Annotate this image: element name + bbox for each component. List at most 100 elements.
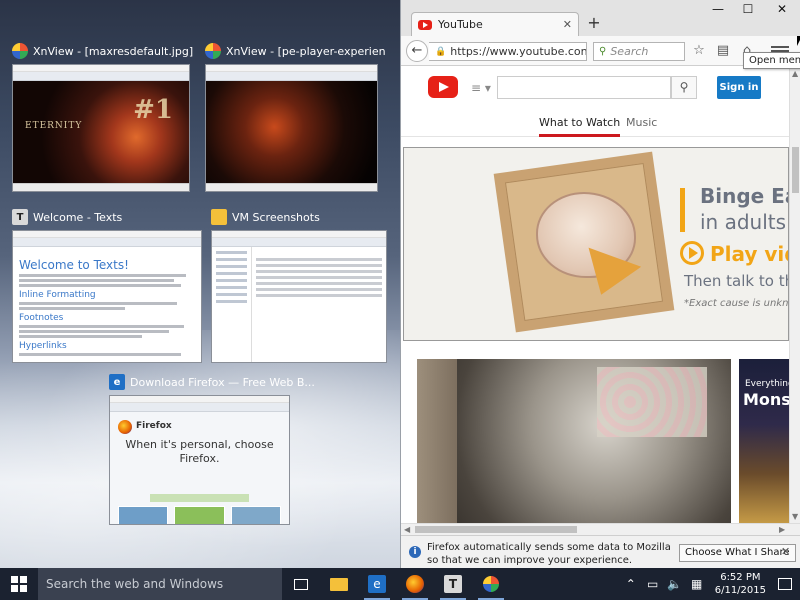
sign-in-button[interactable]: Sign in <box>717 76 761 99</box>
internet-explorer-icon: e <box>109 374 125 390</box>
task-view-icon <box>294 578 308 590</box>
taskbar: Search the web and Windows e T ⌃ ▭ 🔈 ▦ 6… <box>0 568 800 600</box>
search-icon[interactable]: ⚲ <box>671 76 697 99</box>
window-thumbnail <box>211 230 387 363</box>
tab-what-to-watch[interactable]: What to Watch <box>539 116 621 137</box>
data-sharing-notification: i Firefox automatically sends some data … <box>401 535 800 568</box>
taskbar-file-explorer[interactable] <box>320 568 358 600</box>
youtube-logo-icon[interactable] <box>428 76 458 98</box>
thumb-heading: When it's personal, choose Firefox. <box>125 438 274 465</box>
snap-assist-area: XnView - [maxresdefault.jpg] ETERNITY #1… <box>0 0 400 568</box>
thumb-brand: Firefox <box>136 421 172 431</box>
banner-line-1: Binge Ea <box>700 184 789 208</box>
snap-tile-vm-screenshots[interactable]: VM Screenshots <box>211 208 387 363</box>
new-tab-button[interactable]: + <box>585 14 603 32</box>
close-button[interactable]: ✕ <box>765 0 799 20</box>
youtube-header: ≡ ▾ ⚲ Sign in <box>401 67 789 107</box>
snap-tile-header: XnView - [pe-player-experien <box>205 42 386 60</box>
thumb-tag: #1 <box>133 95 173 125</box>
snap-tile-xnview-2[interactable]: XnView - [pe-player-experien <box>205 42 386 192</box>
scrollbar-thumb[interactable] <box>415 526 577 533</box>
clock-date: 6/11/2015 <box>714 585 766 596</box>
doc-subheading: Inline Formatting <box>19 290 96 300</box>
task-view-button[interactable] <box>282 568 320 600</box>
tab-youtube[interactable]: YouTube ✕ <box>411 12 579 36</box>
thumb-caption: ETERNITY <box>25 121 83 131</box>
guide-menu-icon[interactable]: ≡ ▾ <box>471 81 491 95</box>
folder-icon <box>330 577 348 591</box>
bookmark-star-icon[interactable]: ☆ <box>691 43 707 59</box>
taskbar-internet-explorer[interactable]: e <box>358 568 396 600</box>
clock-time: 6:52 PM <box>720 572 761 583</box>
show-hidden-icons-icon[interactable]: ⌃ <box>623 577 639 591</box>
firefox-logo-icon <box>118 420 132 434</box>
texts-app-icon: T <box>12 209 28 225</box>
youtube-search-input[interactable] <box>497 76 671 99</box>
horizontal-scrollbar[interactable]: ◀ ▶ <box>401 523 800 535</box>
snap-tile-texts[interactable]: T Welcome - Texts Welcome to Texts! Inli… <box>12 208 202 363</box>
youtube-page: ≡ ▾ ⚲ Sign in What to Watch Music Binge … <box>401 67 789 523</box>
video-thumbnail[interactable]: Everything Monst <box>739 359 789 523</box>
snap-tile-firefox-download[interactable]: e Download Firefox — Free Web B... Firef… <box>109 373 315 525</box>
snap-tile-xnview-1[interactable]: XnView - [maxresdefault.jpg] ETERNITY #1 <box>12 42 193 192</box>
keyboard-icon[interactable]: ▦ <box>689 577 705 591</box>
image-preview: ETERNITY #1 <box>13 81 189 183</box>
banner-line-4: Then talk to the <box>684 272 788 290</box>
navigation-toolbar: ← 🔒 https://www.youtube.con ▾↻ ⚲ Search … <box>401 36 800 66</box>
snap-tile-header: VM Screenshots <box>211 208 320 226</box>
tab-music[interactable]: Music <box>626 116 657 129</box>
taskbar-search-box[interactable]: Search the web and Windows <box>38 568 282 600</box>
video-thumb-caption: Everything <box>745 379 789 389</box>
xnview-icon <box>12 43 28 59</box>
network-icon[interactable]: ▭ <box>645 577 661 591</box>
ad-banner[interactable]: Binge Ea in adults Play vid Then talk to… <box>403 147 789 341</box>
snap-tile-title: Welcome - Texts <box>33 210 123 224</box>
notification-close-icon[interactable]: ✕ <box>781 545 790 558</box>
snap-tile-header: e Download Firefox — Free Web B... <box>109 373 315 391</box>
banner-disclaimer: *Exact cause is unknow <box>684 298 789 309</box>
snap-tile-title: VM Screenshots <box>232 210 320 224</box>
snap-tile-title: Download Firefox — Free Web B... <box>130 375 315 389</box>
taskbar-texts[interactable]: T <box>434 568 472 600</box>
video-thumbnail[interactable] <box>417 359 731 523</box>
minimize-button[interactable]: — <box>701 0 735 20</box>
start-button[interactable] <box>0 568 38 600</box>
open-menu-tooltip: Open menu <box>743 52 800 69</box>
video-thumb-title: Monst <box>743 390 789 409</box>
taskbar-xnview[interactable] <box>472 568 510 600</box>
play-icon[interactable] <box>680 241 704 265</box>
maximize-button[interactable]: ☐ <box>731 0 765 20</box>
doc-subheading: Footnotes <box>19 313 64 323</box>
taskbar-firefox[interactable] <box>396 568 434 600</box>
search-placeholder: Search <box>610 45 649 58</box>
notification-message: Firefox automatically sends some data to… <box>427 542 671 566</box>
info-icon: i <box>409 546 421 558</box>
window-thumbnail: Welcome to Texts! Inline Formatting Foot… <box>12 230 202 363</box>
choose-what-i-share-button[interactable]: Choose What I Share <box>679 544 796 562</box>
firefox-window: YouTube ✕ + — ☐ ✕ ← 🔒 https://www.youtub… <box>400 0 800 568</box>
volume-icon[interactable]: 🔈 <box>667 577 683 591</box>
action-center-icon[interactable] <box>778 578 792 590</box>
scrollbar-thumb[interactable] <box>792 147 799 193</box>
youtube-favicon-icon <box>418 19 432 30</box>
internet-explorer-icon: e <box>368 575 386 593</box>
search-bar[interactable]: ⚲ Search <box>593 42 685 61</box>
window-thumbnail: Firefox When it's personal, choose Firef… <box>109 395 290 525</box>
youtube-tabs: What to Watch Music <box>401 107 789 137</box>
search-engine-icon[interactable]: ⚲ <box>599 46 606 57</box>
xnview-icon <box>482 575 500 593</box>
url-bar[interactable]: 🔒 https://www.youtube.con ▾↻ <box>429 42 587 61</box>
tab-close-icon[interactable]: ✕ <box>563 18 572 31</box>
banner-line-3[interactable]: Play vid <box>710 242 788 266</box>
clock[interactable]: 6:52 PM 6/11/2015 <box>711 571 770 597</box>
vertical-scrollbar[interactable]: ▲ ▼ <box>789 67 800 523</box>
window-thumbnail: ETERNITY #1 <box>12 64 190 192</box>
title-bar: YouTube ✕ + — ☐ ✕ <box>401 0 800 36</box>
reading-list-icon[interactable]: ▤ <box>715 43 731 59</box>
folder-icon <box>211 209 227 225</box>
back-button[interactable]: ← <box>406 40 428 62</box>
xnview-icon <box>205 43 221 59</box>
snap-tile-title: XnView - [pe-player-experien <box>226 44 386 58</box>
snap-tile-header: T Welcome - Texts <box>12 208 122 226</box>
lock-icon: 🔒 <box>435 46 447 57</box>
